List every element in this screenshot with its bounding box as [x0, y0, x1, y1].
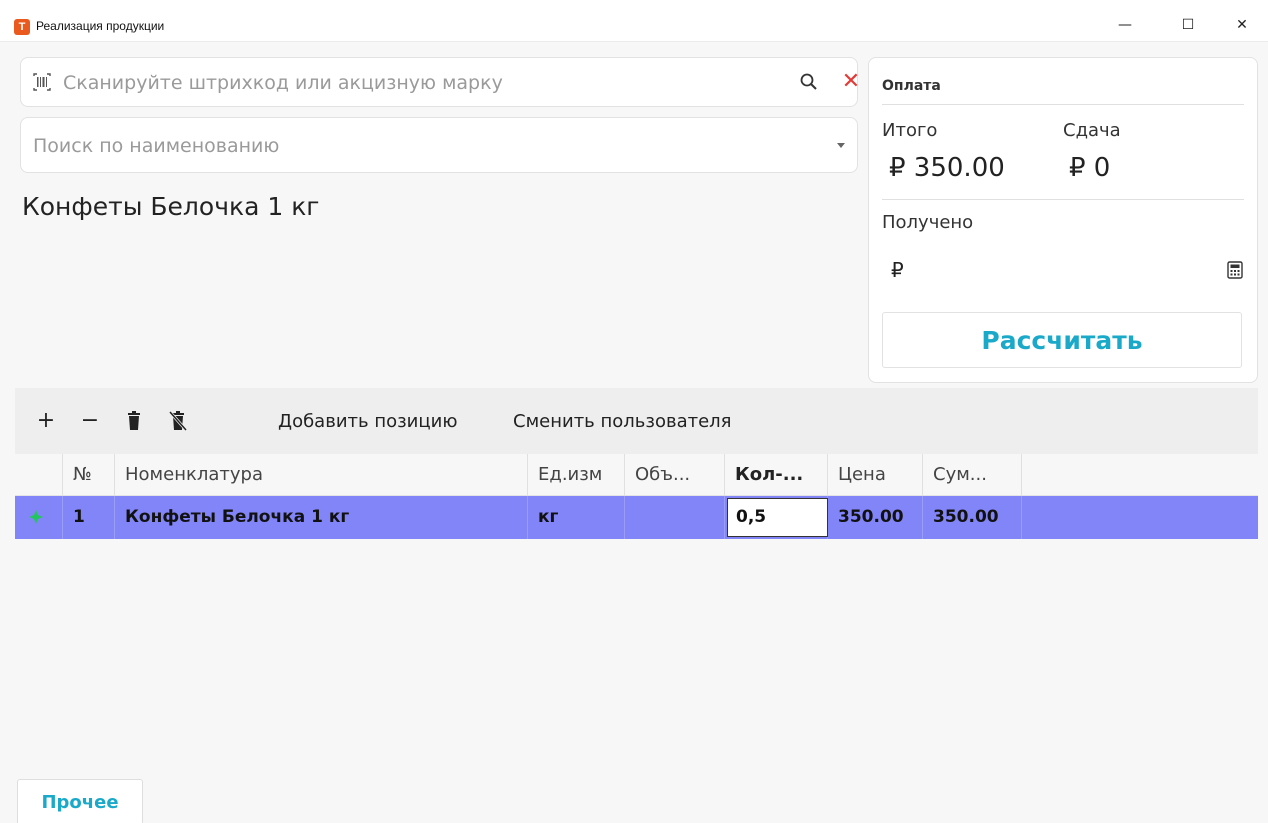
current-row-icon: [29, 510, 43, 524]
name-search-combobox[interactable]: [20, 117, 858, 173]
total-label: Итого: [882, 120, 938, 141]
row-name: Конфеты Белочка 1 кг: [115, 496, 528, 539]
row-unit: кг: [528, 496, 625, 539]
plus-icon[interactable]: +: [35, 410, 57, 432]
barcode-scan-field[interactable]: ✕: [20, 57, 860, 107]
calculate-button[interactable]: Рассчитать: [882, 312, 1242, 368]
change-value: ₽ 0: [1069, 153, 1111, 183]
column-header-volume[interactable]: Объ...: [625, 454, 725, 496]
selected-product-title: Конфеты Белочка 1 кг: [22, 192, 320, 221]
column-header-number[interactable]: №: [63, 454, 115, 496]
maximize-button[interactable]: ☐: [1168, 10, 1208, 40]
clear-icon[interactable]: ✕: [839, 70, 863, 94]
column-header-name[interactable]: Номенклатура: [115, 454, 528, 496]
title-bar: T Реализация продукции — ☐ ✕: [0, 0, 1268, 42]
column-header-unit[interactable]: Ед.изм: [528, 454, 625, 496]
row-marker-cell: [15, 496, 63, 539]
total-value: ₽ 350.00: [889, 153, 1005, 183]
column-header-price[interactable]: Цена: [828, 454, 923, 496]
switch-user-button[interactable]: Сменить пользователя: [513, 411, 732, 432]
trash-off-icon[interactable]: [167, 410, 189, 432]
window-title: Реализация продукции: [36, 19, 165, 33]
search-icon[interactable]: [799, 72, 819, 92]
other-button[interactable]: Прочее: [17, 779, 143, 823]
divider: [882, 104, 1244, 105]
app-icon: T: [14, 19, 30, 35]
add-position-button[interactable]: Добавить позицию: [278, 411, 457, 432]
items-table: № Номенклатура Ед.изм Объ... Кол-... Цен…: [15, 454, 1258, 539]
received-label: Получено: [882, 212, 974, 233]
minus-icon[interactable]: −: [79, 410, 101, 432]
barcode-icon: [33, 73, 51, 91]
calculator-icon[interactable]: [1227, 261, 1243, 279]
payment-panel: Оплата Итого Сдача ₽ 350.00 ₽ 0 Получено…: [868, 57, 1258, 383]
row-price: 350.00: [828, 496, 923, 539]
table-row[interactable]: 1 Конфеты Белочка 1 кг кг 350.00 350.00 …: [15, 496, 1258, 539]
column-header-marker: [15, 454, 63, 496]
items-toolbar: + − Добавить позицию Сменить пользовател…: [15, 388, 1258, 454]
row-sum: 350.00: [923, 496, 1022, 539]
quantity-input[interactable]: 0,5: [727, 498, 828, 537]
barcode-input[interactable]: [63, 68, 763, 98]
close-window-button[interactable]: ✕: [1222, 10, 1262, 40]
row-number: 1: [63, 496, 115, 539]
column-header-quantity[interactable]: Кол-...: [725, 454, 828, 496]
name-search-input[interactable]: [33, 131, 813, 161]
chevron-down-icon[interactable]: [837, 143, 845, 148]
divider: [882, 199, 1244, 200]
row-volume: [625, 496, 725, 539]
change-label: Сдача: [1063, 120, 1121, 141]
table-header: № Номенклатура Ед.изм Объ... Кол-... Цен…: [15, 454, 1258, 496]
received-amount-field[interactable]: ₽: [891, 258, 904, 282]
trash-icon[interactable]: [123, 410, 145, 432]
payment-title: Оплата: [882, 78, 941, 94]
column-header-sum[interactable]: Сум...: [923, 454, 1022, 496]
minimize-button[interactable]: —: [1105, 10, 1145, 40]
